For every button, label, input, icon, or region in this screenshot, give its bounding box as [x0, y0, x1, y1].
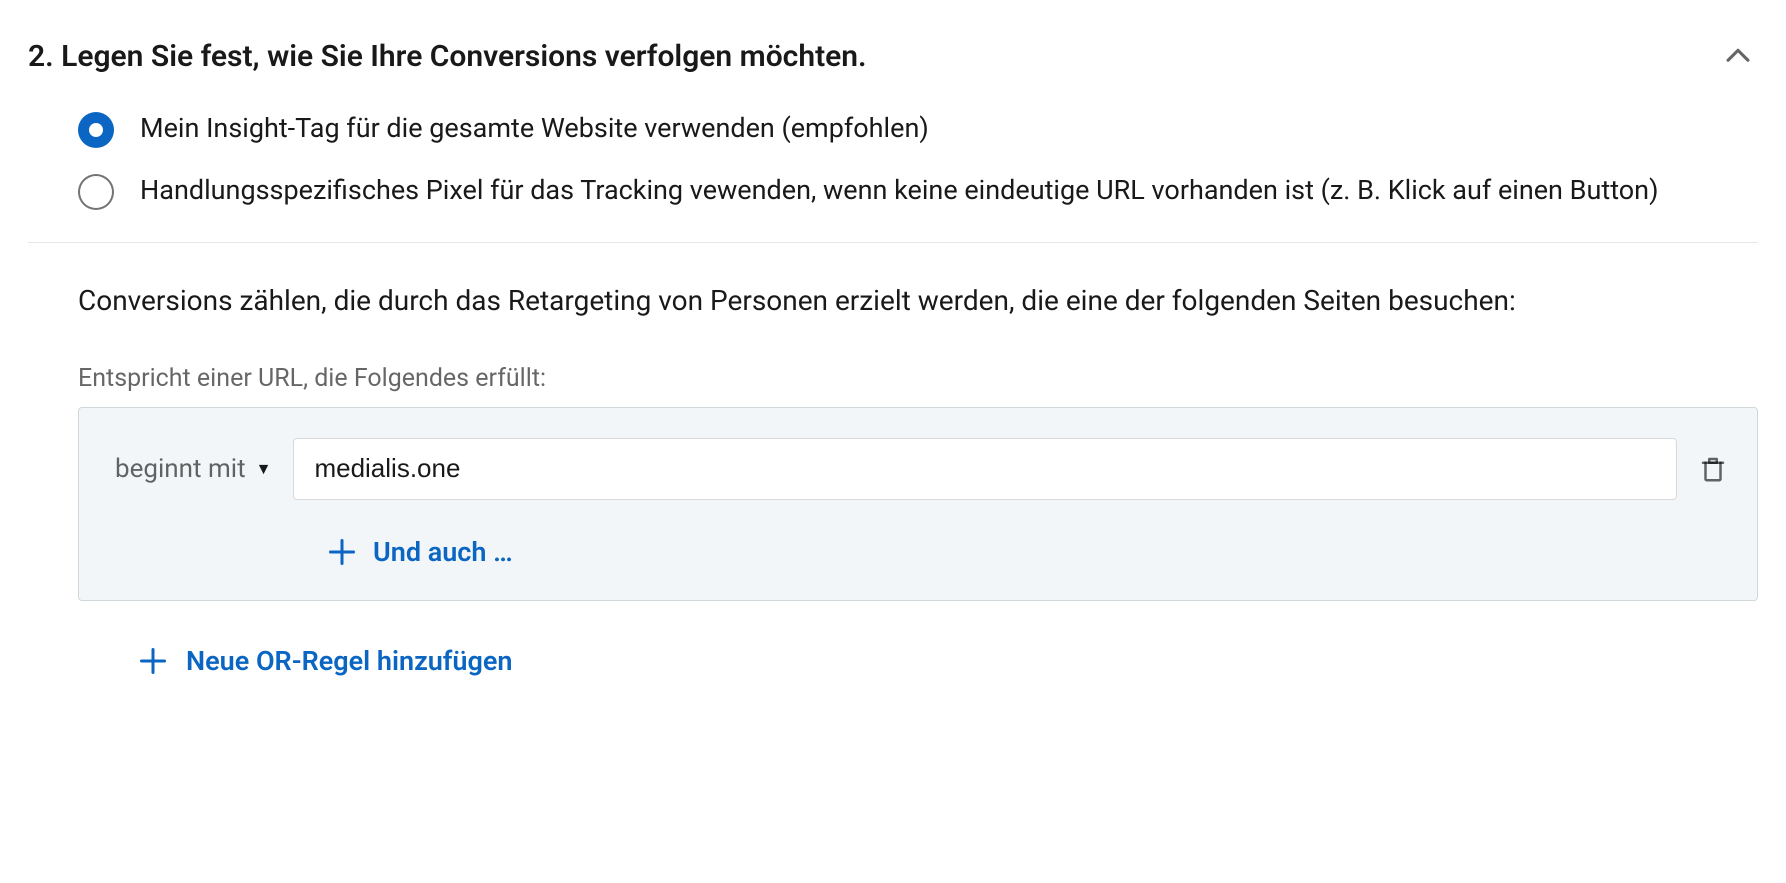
rule-row: beginnt mit ▼ [103, 438, 1733, 500]
radio-option-insight-tag[interactable]: Mein Insight-Tag für die gesamte Website… [78, 110, 1758, 148]
add-and-condition-button[interactable]: Und auch … [329, 536, 1733, 568]
plus-icon [329, 539, 355, 565]
caret-down-icon: ▼ [256, 459, 272, 479]
conversion-tracking-section: 2. Legen Sie fest, wie Sie Ihre Conversi… [0, 0, 1786, 717]
collapse-toggle[interactable] [1718, 36, 1758, 76]
radio-label: Mein Insight-Tag für die gesamte Website… [140, 110, 929, 148]
plus-icon [140, 648, 166, 674]
tracking-method-radio-group: Mein Insight-Tag für die gesamte Website… [28, 76, 1758, 243]
add-or-label: Neue OR-Regel hinzufügen [186, 645, 512, 677]
add-or-rule-button[interactable]: Neue OR-Regel hinzufügen [140, 645, 1758, 677]
rules-description: Conversions zählen, die durch das Retarg… [78, 279, 1678, 324]
url-input[interactable] [293, 438, 1677, 500]
add-and-label: Und auch … [373, 536, 513, 568]
delete-rule-button[interactable] [1693, 449, 1733, 489]
section-title: 2. Legen Sie fest, wie Sie Ihre Conversi… [28, 39, 867, 74]
match-type-select[interactable]: beginnt mit ▼ [103, 454, 277, 484]
radio-indicator-icon [78, 174, 114, 210]
radio-label: Handlungsspezifisches Pixel für das Trac… [140, 172, 1659, 210]
rules-field-label: Entspricht einer URL, die Folgendes erfü… [78, 364, 1758, 393]
radio-indicator-icon [78, 112, 114, 148]
trash-icon [1698, 454, 1728, 484]
url-rules-subsection: Conversions zählen, die durch das Retarg… [28, 243, 1758, 677]
chevron-up-icon [1721, 39, 1755, 73]
rule-panel: beginnt mit ▼ Und auch … [78, 407, 1758, 601]
section-header: 2. Legen Sie fest, wie Sie Ihre Conversi… [28, 0, 1758, 76]
match-type-value: beginnt mit [115, 454, 246, 484]
radio-option-event-pixel[interactable]: Handlungsspezifisches Pixel für das Trac… [78, 172, 1758, 210]
